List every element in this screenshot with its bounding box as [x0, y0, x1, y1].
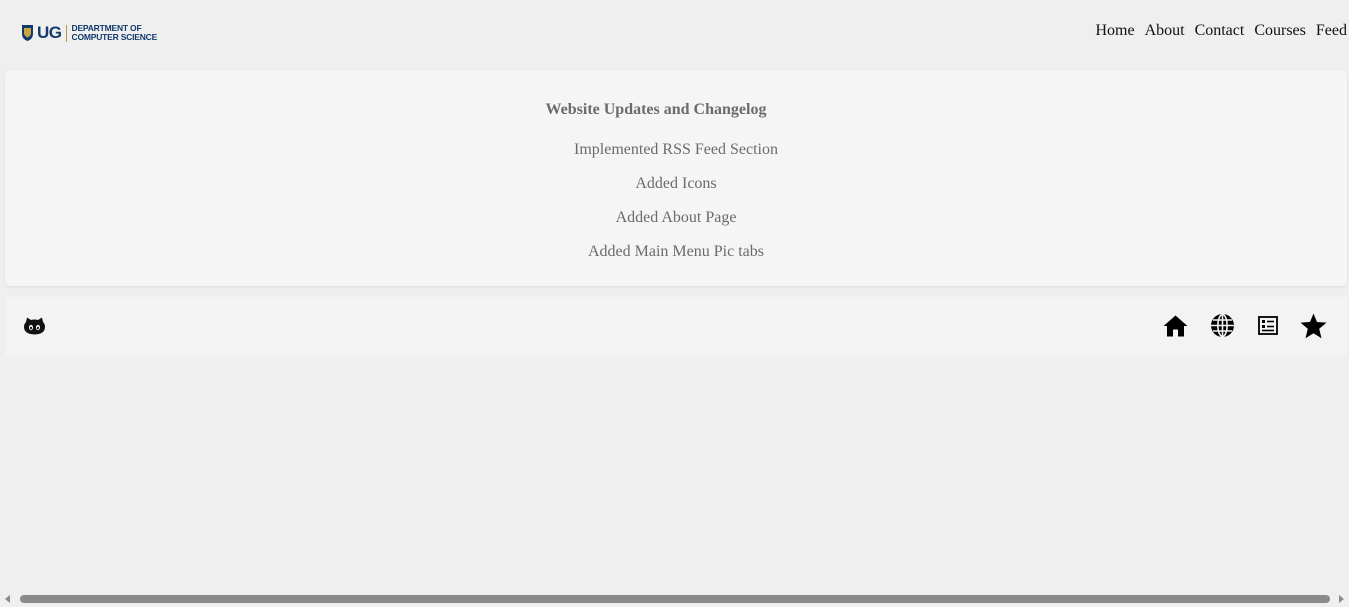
horizontal-scrollbar[interactable]: [0, 591, 1349, 607]
logo-dept: DEPARTMENT OF COMPUTER SCIENCE: [72, 24, 158, 42]
logo[interactable]: UG DEPARTMENT OF COMPUTER SCIENCE: [21, 22, 157, 44]
logo-abbr: UG: [37, 23, 62, 42]
changelog-list: Implemented RSS Feed Section Added Icons…: [5, 140, 1347, 276]
scroll-right-arrow-icon[interactable]: [1339, 595, 1344, 603]
news-icon[interactable]: [1258, 316, 1278, 335]
changelog-item: Implemented RSS Feed Section: [574, 141, 778, 158]
footer: [5, 297, 1347, 357]
logo-divider: [65, 24, 67, 42]
changelog-title: Website Updates and Changelog: [545, 101, 767, 118]
scrollbar-thumb[interactable]: [20, 595, 1330, 603]
home-icon[interactable]: [1163, 315, 1188, 337]
page: UG DEPARTMENT OF COMPUTER SCIENCE Home A…: [0, 0, 1349, 607]
changelog-item: Added Main Menu Pic tabs: [588, 243, 764, 260]
star-icon[interactable]: [1300, 313, 1327, 339]
header: UG DEPARTMENT OF COMPUTER SCIENCE Home A…: [0, 0, 1349, 66]
changelog-item: Added Icons: [635, 175, 717, 192]
scroll-left-arrow-icon[interactable]: [5, 595, 10, 603]
nav-home[interactable]: Home: [1095, 22, 1134, 40]
logo-line2: COMPUTER SCIENCE: [71, 32, 158, 42]
github-icon[interactable]: [24, 317, 45, 335]
changelog-item: Added About Page: [615, 209, 737, 226]
nav-about[interactable]: About: [1145, 22, 1185, 40]
nav-contact[interactable]: Contact: [1195, 22, 1245, 40]
nav-courses[interactable]: Courses: [1254, 22, 1306, 40]
nav-feed[interactable]: Feed: [1316, 22, 1347, 40]
crest-icon: [22, 25, 33, 41]
globe-icon[interactable]: [1210, 313, 1235, 338]
changelog-card: Website Updates and Changelog Implemente…: [5, 70, 1347, 286]
main-nav: Home About Contact Courses Feed: [1095, 22, 1347, 40]
